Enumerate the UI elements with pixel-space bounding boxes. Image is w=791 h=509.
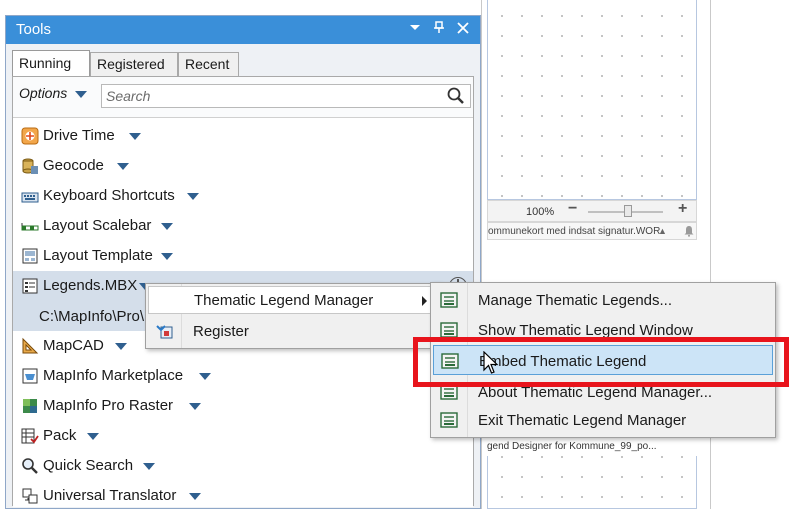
chevron-down-icon[interactable]	[189, 493, 201, 500]
tool-path: C:\MapInfo\Pro\	[39, 308, 145, 325]
chevron-down-icon[interactable]	[117, 163, 129, 170]
menu-item-show-thematic-legend-window[interactable]: Show Thematic Legend Window	[433, 315, 773, 345]
tools-title-bar[interactable]: Tools	[6, 16, 480, 44]
tool-label: Universal Translator	[43, 487, 177, 504]
options-label: Options	[19, 85, 68, 101]
tab-running[interactable]: Running	[12, 50, 90, 77]
layout-template-icon	[21, 247, 39, 265]
menu-item-exit-thematic-legend-manager[interactable]: Exit Thematic Legend Manager	[433, 405, 773, 435]
menu-item-embed-thematic-legend[interactable]: Embed Thematic Legend	[433, 345, 773, 375]
chevron-down-icon[interactable]	[161, 253, 173, 260]
window-file-name: ommunekort med indsat signatur.WOR	[488, 226, 661, 237]
tool-label: MapCAD	[43, 337, 104, 354]
search-input[interactable]	[102, 85, 432, 107]
search-box	[101, 84, 471, 108]
status-up-arrow-icon[interactable]: ▲	[658, 226, 667, 236]
tool-label: Quick Search	[43, 457, 134, 474]
zoom-slider-thumb[interactable]	[624, 205, 632, 217]
menu-item-label: Exit Thematic Legend Manager	[478, 412, 687, 429]
chevron-down-icon[interactable]	[161, 223, 173, 230]
list-item-keyboard-shortcuts[interactable]: Keyboard Shortcuts	[13, 181, 473, 211]
panel-menu-dropdown-icon[interactable]	[406, 20, 424, 38]
chevron-down-icon[interactable]	[189, 403, 201, 410]
list-item-geocode[interactable]: Geocode	[13, 151, 473, 181]
legend-icon	[439, 321, 459, 339]
chevron-down-icon[interactable]	[199, 373, 211, 380]
list-item-quick-search[interactable]: Quick Search	[13, 451, 473, 481]
search-icon[interactable]	[446, 87, 466, 105]
window-status-bar: ommunekort med indsat signatur.WOR ▲	[487, 222, 697, 240]
tool-label: MapInfo Marketplace	[43, 367, 184, 384]
mapcad-icon	[21, 337, 39, 355]
list-item-mapinfo-marketplace[interactable]: MapInfo Marketplace	[13, 361, 473, 391]
raster-icon	[21, 397, 39, 415]
menu-item-label: Manage Thematic Legends...	[478, 292, 673, 309]
chevron-down-icon[interactable]	[129, 133, 141, 140]
pin-icon[interactable]	[430, 20, 448, 38]
panel-title: Tools	[16, 21, 52, 38]
menu-item-label: About Thematic Legend Manager...	[478, 384, 713, 401]
menu-item-label: Show Thematic Legend Window	[478, 322, 693, 339]
submenu-arrow-icon	[422, 296, 427, 306]
tool-label: Geocode	[43, 157, 104, 174]
list-item-layout-template[interactable]: Layout Template	[13, 241, 473, 271]
tool-label: Layout Scalebar	[43, 217, 152, 234]
tool-label: Drive Time	[43, 127, 115, 144]
list-item-pack[interactable]: Pack	[13, 421, 473, 451]
geocode-icon	[21, 157, 39, 175]
zoom-in-button[interactable]: +	[678, 200, 687, 218]
notification-bell-icon[interactable]	[683, 225, 695, 239]
zoom-level: 100%	[526, 206, 555, 218]
tool-label: Legends.MBX	[43, 277, 138, 294]
chevron-down-icon[interactable]	[115, 343, 127, 350]
keyboard-icon	[21, 187, 39, 205]
chevron-down-icon[interactable]	[187, 193, 199, 200]
layout-canvas[interactable]	[487, 0, 697, 200]
marketplace-icon	[21, 367, 39, 385]
chevron-down-icon	[75, 90, 88, 98]
translator-icon	[21, 487, 39, 505]
options-dropdown[interactable]: Options	[19, 85, 88, 101]
list-item-drive-time[interactable]: Drive Time	[13, 121, 473, 151]
pack-icon	[21, 427, 39, 445]
legend-icon	[439, 411, 459, 429]
menu-item-about-thematic-legend-manager[interactable]: About Thematic Legend Manager...	[433, 377, 773, 407]
tool-label: Keyboard Shortcuts	[43, 187, 175, 204]
menu-item-label: Embed Thematic Legend	[479, 353, 647, 370]
list-item-mapinfo-pro-raster[interactable]: MapInfo Pro Raster	[13, 391, 473, 421]
list-item-universal-translator[interactable]: Universal Translator	[13, 481, 473, 509]
zoom-bar: 100% − +	[487, 200, 697, 222]
legend-icon	[439, 291, 459, 309]
thematic-legend-submenu: Manage Thematic Legends... Show Thematic…	[430, 282, 776, 438]
drive-time-icon	[21, 127, 39, 145]
tools-panel: Tools Running Registered Recent Options	[5, 15, 481, 509]
document-title-text: gend Designer for Kommune_99_po...	[487, 441, 657, 452]
quick-search-icon	[21, 457, 39, 475]
document-title: gend Designer for Kommune_99_po...	[487, 438, 697, 456]
tool-label: Pack	[43, 427, 77, 444]
legend-icon	[440, 352, 460, 370]
legend-icon	[439, 383, 459, 401]
menu-item-manage-thematic-legends[interactable]: Manage Thematic Legends...	[433, 285, 773, 315]
tool-label: MapInfo Pro Raster	[43, 397, 174, 414]
tab-recent[interactable]: Recent	[178, 52, 239, 76]
chevron-down-icon[interactable]	[87, 433, 99, 440]
menu-item-label: Register	[193, 323, 249, 340]
scalebar-icon	[21, 217, 39, 235]
tool-context-menu: Thematic Legend Manager Register	[145, 283, 441, 349]
tool-label: Layout Template	[43, 247, 153, 264]
list-item-layout-scalebar[interactable]: Layout Scalebar	[13, 211, 473, 241]
close-icon[interactable]	[454, 20, 472, 38]
zoom-out-button[interactable]: −	[568, 200, 577, 218]
register-icon	[156, 323, 174, 344]
tab-registered[interactable]: Registered	[90, 52, 178, 76]
menu-item-register[interactable]: Register	[148, 318, 438, 346]
legends-icon	[21, 277, 39, 295]
menu-item-label: Thematic Legend Manager	[194, 292, 374, 309]
chevron-down-icon[interactable]	[143, 463, 155, 470]
menu-item-thematic-legend-manager[interactable]: Thematic Legend Manager	[148, 286, 438, 314]
